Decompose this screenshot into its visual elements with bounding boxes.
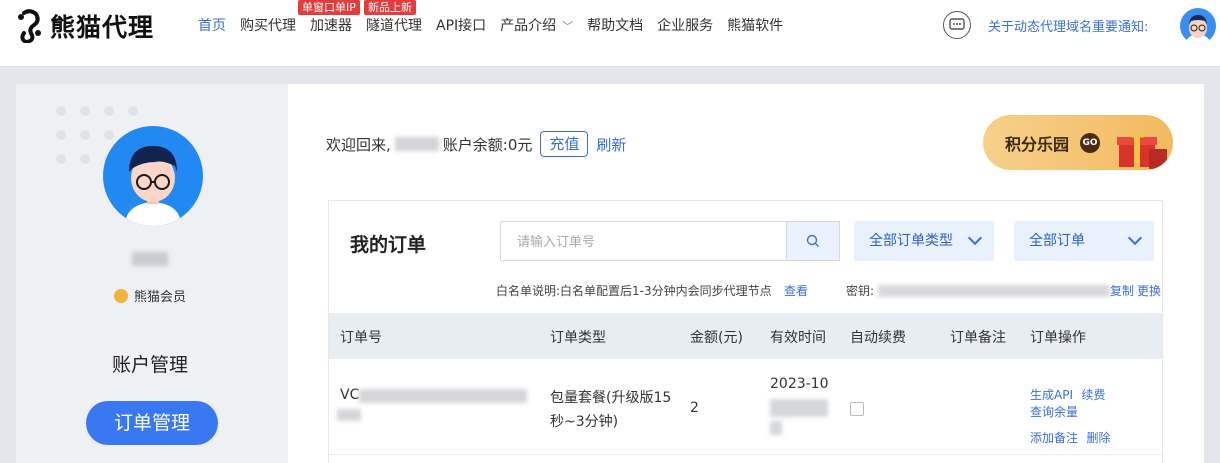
member-badge: 熊猫会员 bbox=[114, 286, 186, 305]
order-management-button[interactable]: 订单管理 bbox=[86, 401, 218, 445]
nav-accelerator-label: 加速器 bbox=[310, 18, 352, 34]
order-search-input[interactable] bbox=[500, 221, 787, 261]
order-type-select[interactable]: 全部订单类型 bbox=[854, 221, 994, 261]
nav-badge-single-ip: 单窗口单IP bbox=[298, 0, 360, 15]
chevron-down-icon: ﹀ bbox=[562, 20, 574, 33]
main-nav: 首页 购买代理 单窗口单IP 加速器 新品上新 隧道代理 API接口 产品介绍 ﹀… bbox=[198, 0, 797, 36]
query-balance-link[interactable]: 查询余量 bbox=[1030, 405, 1078, 419]
main-panel: 欢迎回来, 账户余额: 0元 充值 刷新 积分乐园 GO 我的订单 全部订单类型 bbox=[288, 84, 1204, 463]
order-type-value: 全部订单类型 bbox=[869, 233, 953, 249]
view-link[interactable]: 查看 bbox=[784, 282, 808, 299]
col-amount: 金额(元) bbox=[690, 330, 743, 346]
username-redacted bbox=[394, 137, 439, 151]
nav-products-label: 产品介绍 bbox=[500, 18, 557, 34]
nav-badge-new: 新品上新 bbox=[364, 0, 416, 15]
order-status-value: 全部订单 bbox=[1029, 233, 1085, 249]
col-order-no: 订单号 bbox=[340, 330, 382, 346]
nav-help-docs[interactable]: 帮助文档 bbox=[587, 16, 643, 36]
nav-products[interactable]: 产品介绍 ﹀ bbox=[500, 16, 573, 36]
table-row: VC 包量套餐(升级版15 秒~3分钟) 2 2023-10 生成API 续费 … bbox=[329, 359, 1162, 455]
welcome-bar: 欢迎回来, 账户余额: 0元 充值 刷新 bbox=[326, 131, 626, 157]
col-order-type: 订单类型 bbox=[550, 330, 606, 346]
secret-key: 密钥: bbox=[846, 282, 1111, 299]
change-link[interactable]: 更换 bbox=[1137, 282, 1161, 299]
orders-panel: 我的订单 全部订单类型 全部订单 白名单说明:白名单配置后1-3分钟内会同步代理… bbox=[328, 200, 1163, 463]
secret-label: 密钥: bbox=[846, 284, 875, 298]
renew-link[interactable]: 续费 bbox=[1081, 388, 1105, 402]
username-redacted bbox=[132, 252, 168, 266]
order-amount: 2 bbox=[690, 400, 699, 416]
notice-link[interactable]: 关于动态代理域名重要通知: bbox=[988, 16, 1148, 35]
secret-redacted bbox=[878, 284, 1111, 297]
medal-icon bbox=[114, 288, 128, 303]
nav-home-label: 首页 bbox=[198, 18, 226, 34]
nav-tunnel-proxy[interactable]: 新品上新 隧道代理 bbox=[364, 0, 422, 36]
order-status-select[interactable]: 全部订单 bbox=[1014, 221, 1154, 261]
message-icon[interactable] bbox=[943, 11, 971, 39]
order-valid-time: 2023-10 bbox=[770, 376, 829, 392]
points-park-banner[interactable]: 积分乐园 GO bbox=[983, 115, 1173, 170]
order-actions: 生成API 续费 查询余量 添加备注 删除 bbox=[1030, 386, 1162, 446]
account-management-link[interactable]: 账户管理 bbox=[112, 350, 188, 377]
auto-renew-checkbox[interactable] bbox=[850, 402, 864, 416]
nav-enterprise-label: 企业服务 bbox=[657, 18, 714, 34]
nav-help-docs-label: 帮助文档 bbox=[587, 18, 644, 34]
col-remark: 订单备注 bbox=[950, 330, 1006, 346]
search-button[interactable] bbox=[787, 221, 840, 261]
col-auto-renew: 自动续费 bbox=[850, 330, 906, 346]
nav-buy-proxy-label: 购买代理 bbox=[240, 18, 296, 34]
valid-time-redacted bbox=[770, 421, 782, 435]
nav-tunnel-proxy-label: 隧道代理 bbox=[366, 18, 422, 34]
copy-link[interactable]: 复制 bbox=[1110, 282, 1134, 299]
brand-name: 熊猫代理 bbox=[50, 13, 155, 42]
order-type-line2: 秒~3分钟) bbox=[550, 414, 619, 430]
table-header: 订单号 订单类型 金额(元) 有效时间 自动续费 订单备注 订单操作 bbox=[329, 313, 1162, 359]
sidebar: 熊猫会员 账户管理 订单管理 bbox=[16, 84, 288, 463]
orders-title: 我的订单 bbox=[350, 234, 427, 256]
balance-label: 账户余额: bbox=[442, 135, 508, 154]
whitelist-note: 白名单说明:白名单配置后1-3分钟内会同步代理节点 bbox=[496, 284, 772, 298]
chevron-down-icon bbox=[967, 230, 983, 246]
logo[interactable]: 熊猫代理 bbox=[16, 8, 155, 45]
gift-icon bbox=[1117, 131, 1167, 169]
order-number-redacted bbox=[359, 389, 527, 403]
panda-logo-icon bbox=[16, 9, 44, 45]
nav-software[interactable]: 熊猫软件 bbox=[727, 16, 783, 36]
nav-accelerator[interactable]: 单窗口单IP 加速器 bbox=[298, 0, 360, 36]
order-type-line1: 包量套餐(升级版15 bbox=[550, 390, 672, 406]
chevron-down-icon bbox=[1127, 230, 1143, 246]
member-label: 熊猫会员 bbox=[134, 290, 187, 305]
nav-buy-proxy[interactable]: 购买代理 bbox=[240, 16, 296, 36]
refresh-link[interactable]: 刷新 bbox=[596, 134, 626, 155]
order-number-prefix: VC bbox=[340, 387, 360, 403]
nav-api-label: API接口 bbox=[436, 18, 487, 34]
balance-value: 0元 bbox=[507, 135, 533, 154]
go-badge: GO bbox=[1080, 133, 1100, 153]
add-remark-link[interactable]: 添加备注 bbox=[1030, 431, 1078, 445]
col-actions: 订单操作 bbox=[1030, 330, 1086, 346]
delete-link[interactable]: 删除 bbox=[1086, 431, 1110, 445]
recharge-button[interactable]: 充值 bbox=[540, 131, 589, 157]
top-navbar: 熊猫代理 首页 购买代理 单窗口单IP 加速器 新品上新 隧道代理 API接口 … bbox=[0, 0, 1220, 66]
nav-home[interactable]: 首页 bbox=[198, 16, 226, 36]
points-park-label: 积分乐园 bbox=[1005, 135, 1070, 154]
nav-enterprise[interactable]: 企业服务 bbox=[657, 16, 713, 36]
nav-software-label: 熊猫软件 bbox=[727, 18, 784, 34]
nav-api[interactable]: API接口 bbox=[436, 16, 486, 36]
profile-avatar bbox=[103, 126, 203, 226]
col-valid-time: 有效时间 bbox=[770, 330, 826, 346]
valid-time-redacted bbox=[770, 399, 828, 417]
generate-api-link[interactable]: 生成API bbox=[1030, 388, 1073, 402]
welcome-text: 欢迎回来, bbox=[326, 135, 391, 154]
order-number-redacted bbox=[337, 409, 361, 421]
search-icon bbox=[806, 234, 819, 247]
user-avatar[interactable] bbox=[1180, 8, 1216, 44]
